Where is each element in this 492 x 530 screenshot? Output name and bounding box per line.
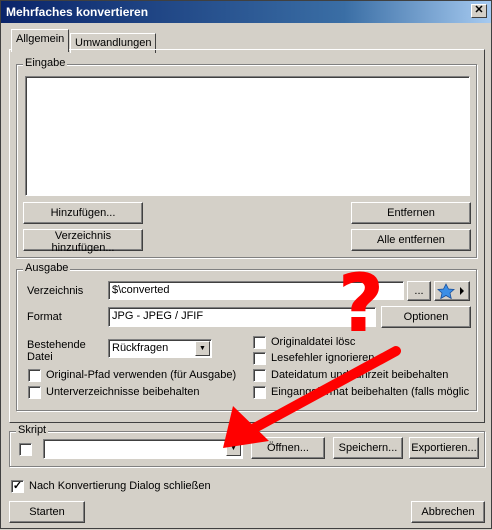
keep-subdirs-label: Unterverzeichnisse beibehalten — [46, 386, 200, 398]
use-original-path-checkbox[interactable] — [28, 369, 41, 382]
start-button[interactable]: Starten — [9, 501, 85, 523]
existing-file-label-line2: Datei — [27, 351, 53, 363]
ignore-read-errors-checkbox[interactable] — [253, 352, 266, 365]
keep-subdirs-checkbox[interactable] — [28, 386, 41, 399]
format-field[interactable]: JPG - JPEG / JFIF — [108, 307, 376, 327]
remove-all-button[interactable]: Alle entfernen — [351, 229, 471, 251]
script-select[interactable]: ▼ — [43, 439, 243, 459]
browse-button[interactable]: ... — [407, 281, 431, 301]
batch-convert-dialog: Mehrfaches konvertieren ✕ Allgemein Umwa… — [0, 0, 492, 529]
delete-original-checkbox[interactable] — [253, 336, 266, 349]
skript-label: Skript — [16, 424, 49, 436]
options-button[interactable]: Optionen — [381, 306, 471, 328]
input-file-list[interactable] — [25, 76, 470, 196]
eingabe-label: Eingabe — [23, 57, 68, 69]
window-title: Mehrfaches konvertieren — [6, 5, 149, 19]
close-after-convert-label: Nach Konvertierung Dialog schließen — [29, 480, 211, 492]
close-after-convert-checkbox[interactable]: ✓ — [11, 480, 24, 493]
ignore-read-errors-label: Lesefehler ignorieren — [271, 352, 375, 364]
output-directory-field[interactable]: $\converted — [108, 281, 404, 300]
favorites-button[interactable] — [434, 281, 470, 301]
star-icon — [437, 283, 464, 300]
save-script-button[interactable]: Speichern... — [333, 437, 403, 459]
open-script-button[interactable]: Öffnen... — [251, 437, 325, 459]
cancel-button[interactable]: Abbrechen — [411, 501, 485, 523]
chevron-down-icon[interactable]: ▼ — [226, 441, 241, 456]
existing-file-value: Rückfragen — [112, 342, 169, 354]
format-label: Format — [27, 311, 62, 323]
existing-file-label-line1: Bestehende — [27, 339, 86, 351]
export-script-button[interactable]: Exportieren... — [409, 437, 479, 459]
keep-file-date-checkbox[interactable] — [253, 369, 266, 382]
close-button[interactable]: ✕ — [471, 4, 487, 18]
delete-original-label: Originaldatei lösc — [271, 336, 356, 348]
keep-input-format-checkbox[interactable] — [253, 386, 266, 399]
use-original-path-label: Original-Pfad verwenden (für Ausgabe) — [46, 369, 237, 381]
keep-file-date-label: Dateidatum und -uhrzeit beibehalten — [271, 369, 449, 381]
title-bar: Mehrfaches konvertieren ✕ — [1, 1, 491, 23]
chevron-down-icon[interactable]: ▼ — [195, 341, 210, 356]
script-enable-checkbox[interactable] — [19, 443, 32, 456]
ausgabe-label: Ausgabe — [23, 262, 71, 274]
add-files-button[interactable]: Hinzufügen... — [23, 202, 143, 224]
tab-allgemein[interactable]: Allgemein — [11, 29, 70, 52]
directory-label: Verzeichnis — [27, 285, 84, 297]
remove-button[interactable]: Entfernen — [351, 202, 471, 224]
add-directory-button[interactable]: Verzeichnis hinzufügen... — [23, 229, 143, 254]
arrow-right-icon — [460, 287, 464, 295]
keep-input-format-label: Eingangsformat beibehalten (falls möglic — [271, 386, 470, 398]
existing-file-select[interactable]: Rückfragen ▼ — [108, 339, 212, 358]
